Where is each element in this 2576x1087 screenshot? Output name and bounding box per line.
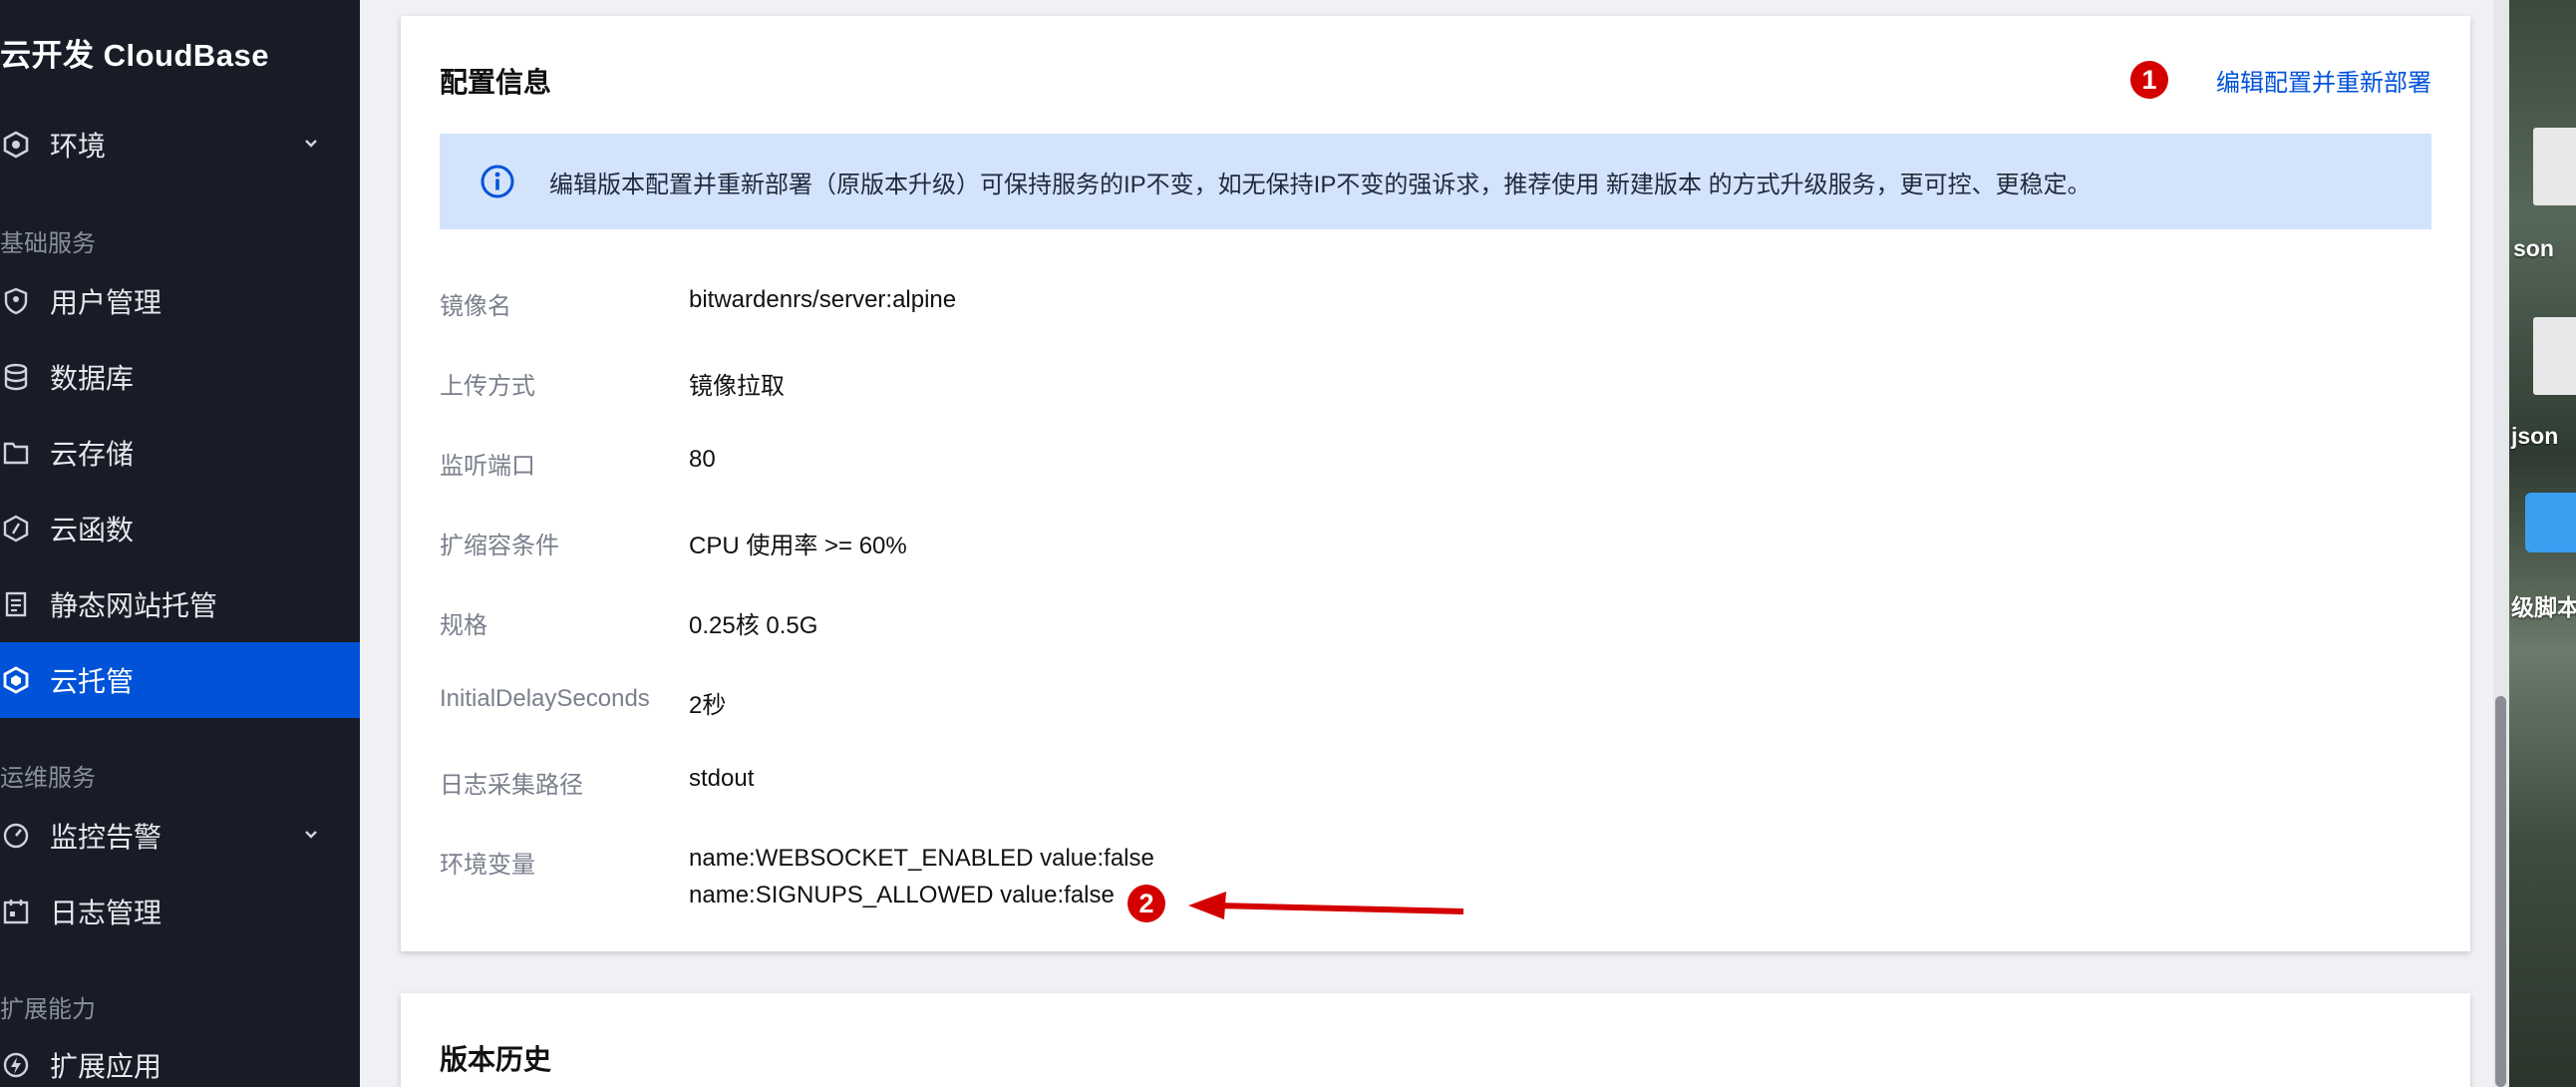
brand-title: 云开发 CloudBase — [0, 38, 270, 73]
section-label-ext: 扩展能力 — [0, 996, 96, 1023]
history-card — [401, 993, 2470, 1087]
field-value-port: 80 — [689, 446, 716, 473]
hexagon-outline-icon — [0, 129, 32, 161]
field-value-image-name: bitwardenrs/server:alpine — [689, 286, 957, 313]
sidebar-item-storage[interactable]: 云存储 — [0, 415, 360, 491]
sidebar-item-label: 环境 — [50, 131, 107, 162]
chevron-down-icon — [305, 831, 317, 839]
annotation-arrow — [1188, 892, 1464, 919]
desktop-file-label: json — [2511, 423, 2559, 449]
sidebar-item-logs[interactable]: 日志管理 — [0, 874, 360, 949]
field-label: 日志采集路径 — [440, 772, 583, 799]
folder-icon[interactable] — [2525, 493, 2576, 552]
field-label: 镜像名 — [440, 293, 511, 320]
field-value-upload-method: 镜像拉取 — [689, 373, 785, 400]
field-label: 扩缩容条件 — [440, 533, 559, 559]
field-label: 监听端口 — [440, 453, 535, 480]
history-title: 版本历史 — [440, 1044, 552, 1075]
sidebar-item-static-hosting[interactable]: 静态网站托管 — [0, 566, 360, 642]
info-notice: 编辑版本配置并重新部署（原版本升级）可保持服务的IP不变，如无保持IP不变的强诉… — [440, 134, 2431, 229]
config-title: 配置信息 — [440, 67, 552, 98]
document-icon — [0, 588, 32, 620]
function-icon — [0, 513, 32, 544]
sidebar-item-database[interactable]: 数据库 — [0, 339, 360, 415]
sidebar-item-cloud-hosting[interactable]: 云托管 — [0, 642, 360, 718]
section-label-basic: 基础服务 — [0, 230, 96, 257]
sidebar-item-label: 云托管 — [50, 666, 135, 697]
sidebar-item-label: 静态网站托管 — [50, 590, 218, 621]
app-root: 云开发 CloudBase 环境 基础服务 用户管理 数据库 云存储 云函数 静… — [0, 0, 2576, 1087]
sidebar-item-label: 监控告警 — [50, 822, 162, 853]
sidebar-item-label: 用户管理 — [50, 287, 162, 318]
desktop-folder-label: 级脚本 — [2511, 594, 2576, 620]
folder-icon — [0, 437, 32, 469]
chevron-down-icon — [305, 140, 317, 148]
env-var-item: name:SIGNUPS_ALLOWED value:false — [689, 882, 1115, 908]
field-value-scaling: CPU 使用率 >= 60% — [689, 533, 907, 559]
sidebar-item-label: 数据库 — [50, 363, 135, 394]
sidebar-item-users[interactable]: 用户管理 — [0, 263, 360, 339]
sidebar-item-env[interactable]: 环境 — [0, 107, 360, 182]
sidebar-item-label: 扩展应用 — [50, 1051, 162, 1082]
field-value-log-path: stdout — [689, 765, 755, 792]
sidebar-item-label: 日志管理 — [50, 898, 162, 928]
hexagon-icon — [0, 664, 32, 696]
lightning-icon — [0, 1049, 32, 1081]
env-var-item: name:WEBSOCKET_ENABLED value:false — [689, 845, 1154, 872]
sidebar-item-label: 云函数 — [50, 515, 135, 545]
annotation-badge-2: 2 — [1127, 885, 1165, 922]
info-icon — [481, 165, 514, 198]
sidebar-item-extensions[interactable]: 扩展应用 — [0, 1027, 360, 1087]
sidebar-item-functions[interactable]: 云函数 — [0, 491, 360, 566]
calendar-log-icon — [0, 896, 32, 927]
gauge-icon — [0, 820, 32, 852]
desktop-background: son json 级脚本 — [2509, 0, 2576, 1087]
field-label-env: 环境变量 — [440, 852, 535, 879]
field-label: InitialDelaySeconds — [440, 685, 650, 712]
edit-redeploy-link[interactable]: 编辑配置并重新部署 — [2216, 63, 2431, 98]
user-shield-icon — [0, 285, 32, 317]
field-label: 规格 — [440, 612, 487, 639]
file-icon[interactable] — [2533, 317, 2576, 395]
sidebar: 云开发 CloudBase 环境 基础服务 用户管理 数据库 云存储 云函数 静… — [0, 0, 360, 1087]
field-label: 上传方式 — [440, 373, 535, 400]
field-value-initial-delay: 2秒 — [689, 692, 727, 719]
database-icon — [0, 361, 32, 393]
annotation-badge-1: 1 — [2130, 61, 2168, 99]
section-label-ops: 运维服务 — [0, 765, 96, 792]
sidebar-item-label: 云存储 — [50, 439, 135, 470]
file-icon[interactable] — [2533, 128, 2576, 205]
scrollbar-thumb[interactable] — [2495, 696, 2506, 1087]
notice-text: 编辑版本配置并重新部署（原版本升级）可保持服务的IP不变，如无保持IP不变的强诉… — [549, 171, 2092, 198]
sidebar-item-monitoring[interactable]: 监控告警 — [0, 798, 360, 874]
field-value-spec: 0.25核 0.5G — [689, 612, 818, 639]
desktop-file-label: son — [2513, 235, 2554, 261]
